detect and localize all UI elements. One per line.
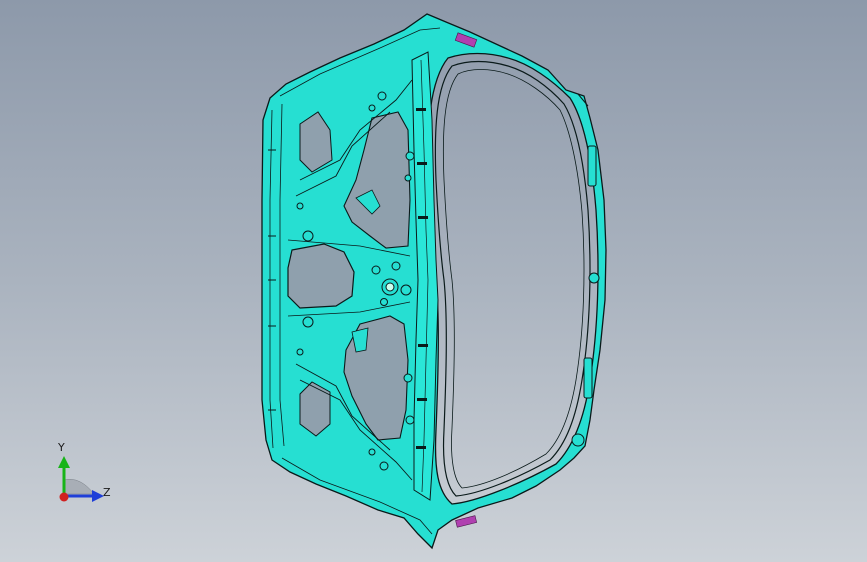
triad-plane xyxy=(63,479,95,495)
window-flange-line xyxy=(442,69,585,489)
mount-hole xyxy=(296,202,304,210)
mount-hole xyxy=(405,151,415,161)
mount-hole xyxy=(296,348,304,356)
mount-hole xyxy=(405,415,415,425)
y-axis-arrow xyxy=(58,456,70,468)
mount-hole xyxy=(302,316,314,328)
mount-hole xyxy=(385,282,395,292)
orientation-triad xyxy=(58,456,104,502)
z-axis-label: Z xyxy=(103,486,111,499)
highlighted-features xyxy=(454,32,478,528)
clip-pocket xyxy=(583,357,593,399)
lower-left-hole xyxy=(299,381,331,437)
mount-hole xyxy=(588,272,600,284)
clip-pocket xyxy=(587,145,597,187)
x-axis-dot xyxy=(59,492,69,502)
slot xyxy=(418,216,428,219)
mount-hole xyxy=(403,373,413,383)
slot xyxy=(417,162,427,165)
mount-hole xyxy=(391,261,401,271)
slot xyxy=(416,108,426,111)
mount-hole xyxy=(302,230,314,242)
slot xyxy=(418,344,428,347)
tailgate-inner-panel-model[interactable] xyxy=(0,0,867,562)
mount-hole xyxy=(404,174,412,182)
cad-viewport[interactable]: Y Z xyxy=(0,0,867,562)
mount-hole xyxy=(371,265,381,275)
mount-hole xyxy=(368,104,376,112)
slot xyxy=(417,398,427,401)
mount-hole xyxy=(380,298,388,306)
y-axis-label: Y xyxy=(58,441,65,454)
mid-access-hole xyxy=(287,243,355,309)
mount-hole xyxy=(400,284,412,296)
mount-hole xyxy=(368,448,376,456)
slot xyxy=(416,446,426,449)
mount-hole xyxy=(377,91,387,101)
mount-hole xyxy=(379,461,389,471)
mount-hole xyxy=(571,433,585,447)
